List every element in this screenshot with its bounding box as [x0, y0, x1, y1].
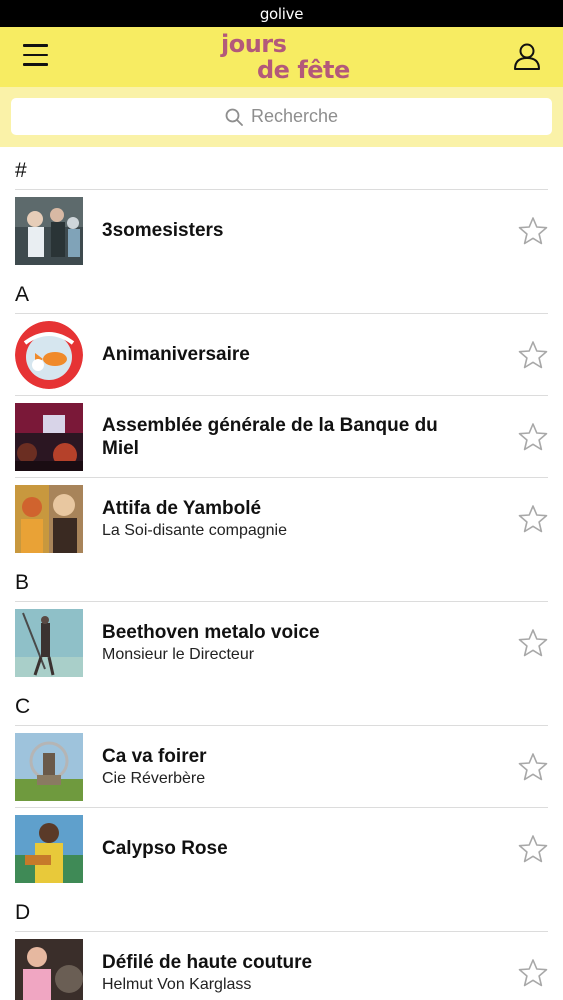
list-item[interactable]: Assemblée générale de la Banque du Miel	[15, 395, 548, 477]
search-placeholder: Recherche	[250, 106, 339, 126]
hamburger-icon[interactable]	[23, 44, 48, 68]
star-icon[interactable]	[518, 628, 548, 658]
item-subtitle: La Soi-disante compagnie	[102, 521, 288, 539]
item-texts: Attifa de Yambolé La Soi-disante compagn…	[102, 478, 474, 559]
item-texts: Ca va foirer Cie Réverbère	[102, 726, 474, 807]
list-item[interactable]: Calypso Rose	[15, 807, 548, 889]
event-list: # 3somesisters A Animaniversaire Assembl…	[0, 147, 563, 1000]
app-logo: jours de fête	[205, 30, 365, 86]
star-icon[interactable]	[518, 422, 548, 452]
event-thumbnail	[15, 939, 83, 1000]
item-texts: Défilé de haute couture Helmut Von Kargl…	[102, 932, 474, 1000]
item-title: Beethoven metalo voice	[102, 621, 320, 643]
section-header-a: A	[0, 271, 563, 313]
logo-line-1: jours	[221, 30, 287, 58]
event-thumbnail	[15, 321, 83, 389]
section-header-d: D	[0, 889, 563, 931]
item-texts: Assemblée générale de la Banque du Miel	[102, 396, 474, 477]
search-icon	[225, 108, 243, 126]
event-thumbnail	[15, 609, 83, 677]
section-letter: C	[15, 695, 31, 718]
section-letter: D	[15, 901, 31, 924]
event-thumbnail	[15, 733, 83, 801]
section-letter: #	[15, 159, 27, 182]
search-bar-container: Recherche	[0, 87, 563, 147]
list-item[interactable]: Attifa de Yambolé La Soi-disante compagn…	[15, 477, 548, 559]
app-header: jours de fête	[0, 27, 563, 87]
item-texts: Animaniversaire	[102, 314, 474, 395]
star-icon[interactable]	[518, 752, 548, 782]
event-thumbnail	[15, 403, 83, 471]
event-thumbnail	[15, 197, 83, 265]
search-input[interactable]: Recherche	[11, 98, 552, 135]
event-thumbnail	[15, 815, 83, 883]
star-icon[interactable]	[518, 216, 548, 246]
logo-line-2: de fête	[257, 56, 350, 84]
section-header-b: B	[0, 559, 563, 601]
item-texts: Beethoven metalo voice Monsieur le Direc…	[102, 602, 474, 683]
star-icon[interactable]	[518, 958, 548, 988]
item-title: Attifa de Yambolé	[102, 497, 262, 519]
section-header-hash: #	[0, 147, 563, 189]
user-icon[interactable]	[512, 41, 542, 71]
status-bar: golive	[0, 0, 563, 27]
item-title: Calypso Rose	[102, 838, 228, 859]
event-thumbnail	[15, 485, 83, 553]
item-subtitle: Helmut Von Karglass	[102, 975, 252, 993]
item-subtitle: Cie Réverbère	[102, 769, 206, 787]
item-subtitle: Monsieur le Directeur	[102, 645, 255, 663]
carrier-name: golive	[259, 4, 304, 23]
section-letter: A	[15, 283, 30, 306]
item-texts: Calypso Rose	[102, 808, 474, 889]
star-icon[interactable]	[518, 340, 548, 370]
item-texts: 3somesisters	[102, 190, 474, 271]
star-icon[interactable]	[518, 834, 548, 864]
list-item[interactable]: Défilé de haute couture Helmut Von Kargl…	[15, 931, 548, 1000]
section-header-c: C	[0, 683, 563, 725]
list-item[interactable]: 3somesisters	[15, 189, 548, 271]
star-icon[interactable]	[518, 504, 548, 534]
section-letter: B	[15, 571, 30, 594]
item-title: 3somesisters	[102, 220, 224, 241]
item-title: Ca va foirer	[102, 745, 207, 767]
item-title: Animaniversaire	[102, 344, 250, 365]
item-title: Assemblée générale de la Banque du Miel	[102, 414, 438, 459]
list-item[interactable]: Beethoven metalo voice Monsieur le Direc…	[15, 601, 548, 683]
list-item[interactable]: Animaniversaire	[15, 313, 548, 395]
list-item[interactable]: Ca va foirer Cie Réverbère	[15, 725, 548, 807]
item-title: Défilé de haute couture	[102, 951, 313, 973]
